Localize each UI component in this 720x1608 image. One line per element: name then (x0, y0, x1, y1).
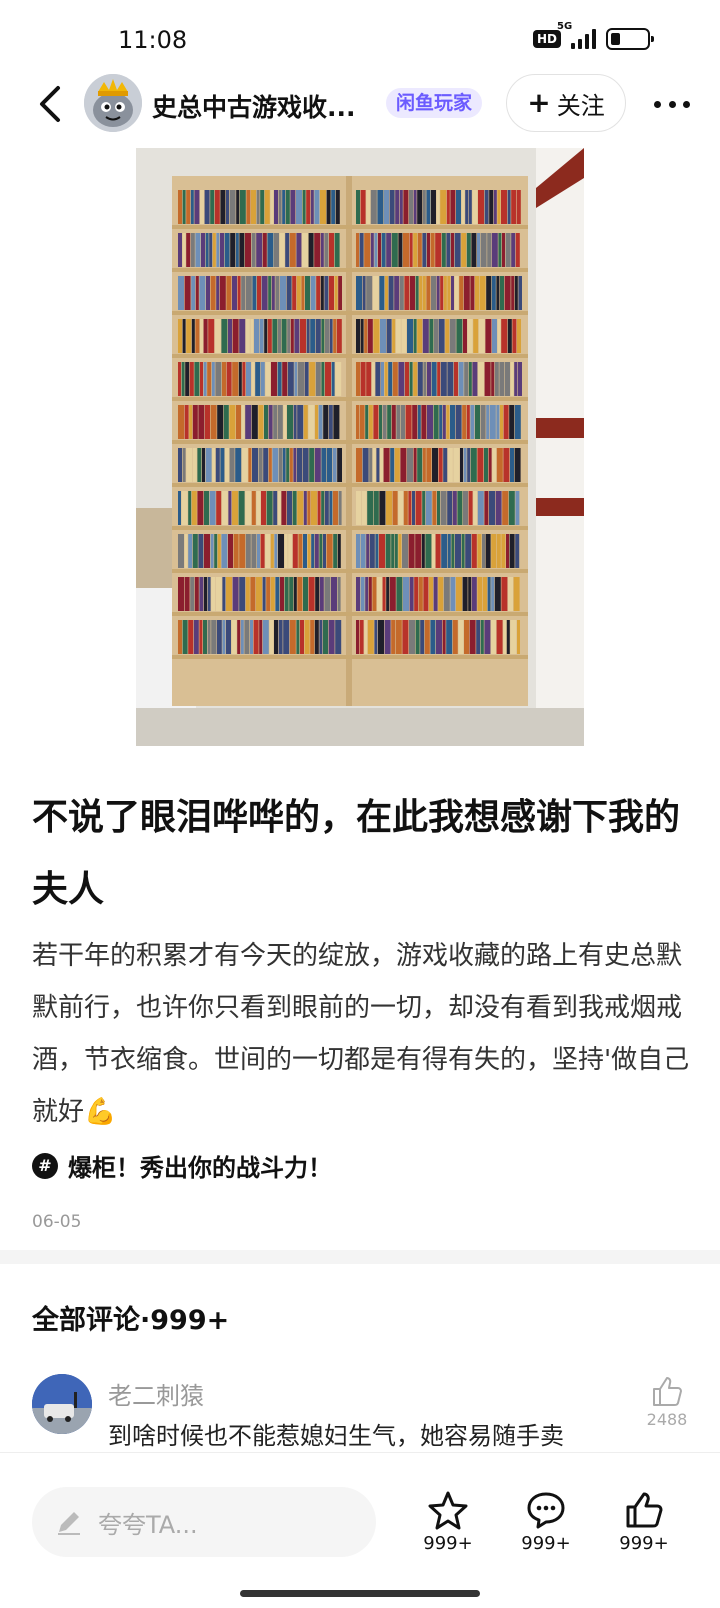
king-mascot-icon (84, 74, 142, 132)
user-badge: 闲鱼玩家 (386, 88, 483, 118)
comment-item[interactable]: 老二刺猿 到啥时候也不能惹媳妇生气，她容易随手卖 2488 (32, 1374, 692, 1454)
status-bar: 11:08 HD 5G (0, 0, 720, 80)
topic-label: 爆柜！秀出你的战斗力！ (68, 1154, 332, 1182)
follow-label: 关注 (556, 91, 605, 120)
hashtag-icon: # (32, 1152, 58, 1179)
post-header: 史总中古游戏收... 闲鱼玩家 + 关注 (0, 72, 720, 136)
post-image[interactable] (136, 148, 584, 746)
follow-button[interactable]: + 关注 (506, 74, 626, 132)
post-date: 06-05 (32, 1212, 82, 1232)
status-icons: HD 5G (532, 21, 654, 50)
comment-placeholder: 夸夸TA... (98, 1510, 198, 1539)
thumbs-up-icon (653, 1377, 682, 1406)
comment-input[interactable]: 夸夸TA... (32, 1487, 376, 1557)
chevron-left-icon (40, 86, 60, 122)
comment-button[interactable]: 999+ (506, 1489, 586, 1554)
thumbs-up-icon (626, 1492, 663, 1528)
post-body: 若干年的积累才有今天的绽放，游戏收藏的路上有史总默默前行，也许你只看到眼前的一切… (32, 941, 690, 1127)
topic-tag[interactable]: # 爆柜！秀出你的战斗力！ (32, 1148, 332, 1183)
pencil-icon (58, 1512, 80, 1535)
bottom-action-bar: 夸夸TA... 999+ 999+ 999+ (0, 1452, 720, 1608)
comments-title: 全部评论·999+ (32, 1305, 230, 1336)
favorite-count: 999+ (423, 1533, 473, 1554)
network-label: 5G (557, 21, 573, 32)
more-dots-icon[interactable] (654, 90, 690, 118)
car-photo-icon (32, 1374, 92, 1434)
back-button[interactable] (30, 80, 70, 128)
status-time: 11:08 (118, 26, 188, 54)
section-divider (0, 1250, 720, 1264)
plus-icon: + (527, 86, 551, 119)
author-name[interactable]: 史总中古游戏收... (152, 88, 356, 124)
hd-icon: HD (532, 30, 561, 48)
comment-like-button[interactable]: 2488 (642, 1374, 692, 1429)
signal-icon: 5G (557, 21, 596, 49)
commenter-avatar[interactable] (32, 1374, 92, 1434)
home-indicator[interactable] (240, 1590, 480, 1597)
comment-text: 到啥时候也不能惹媳妇生气，她容易随手卖 (108, 1422, 564, 1450)
author-avatar[interactable] (84, 74, 142, 132)
comment-count: 999+ (521, 1533, 571, 1554)
like-count: 999+ (619, 1533, 669, 1554)
star-icon (428, 1491, 468, 1530)
comment-like-count: 2488 (646, 1410, 688, 1429)
commenter-name[interactable]: 老二刺猿 (108, 1376, 204, 1411)
post-title: 不说了眼泪哗哗的，在此我想感谢下我的夫人 (32, 797, 681, 910)
bookshelf-photo (136, 148, 584, 746)
favorite-button[interactable]: 999+ (408, 1489, 488, 1554)
comment-bubble-icon (527, 1492, 565, 1529)
battery-icon (606, 28, 654, 50)
like-button[interactable]: 999+ (604, 1489, 684, 1554)
